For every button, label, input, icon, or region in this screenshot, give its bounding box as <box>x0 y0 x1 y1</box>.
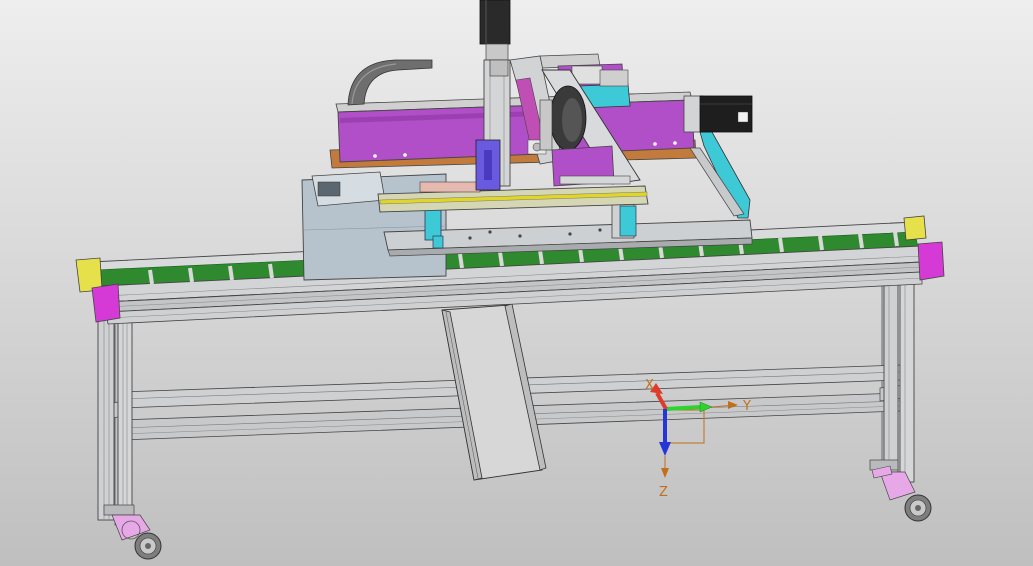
z-axis-column <box>475 0 511 191</box>
servo-motor <box>683 95 753 133</box>
cable-carrier <box>347 59 433 106</box>
x-axis-label: X <box>645 378 654 393</box>
z-axis-label: Z <box>659 485 668 500</box>
discharge-chute <box>441 303 547 481</box>
y-axis-label: Y <box>742 399 751 414</box>
3d-viewport[interactable]: X Y Z <box>0 0 1033 566</box>
y-axis-arrow <box>665 405 701 411</box>
caster-left <box>103 504 162 560</box>
coordinate-triad[interactable]: X Y Z <box>645 378 751 500</box>
machine-model[interactable]: X Y Z <box>0 0 1033 566</box>
